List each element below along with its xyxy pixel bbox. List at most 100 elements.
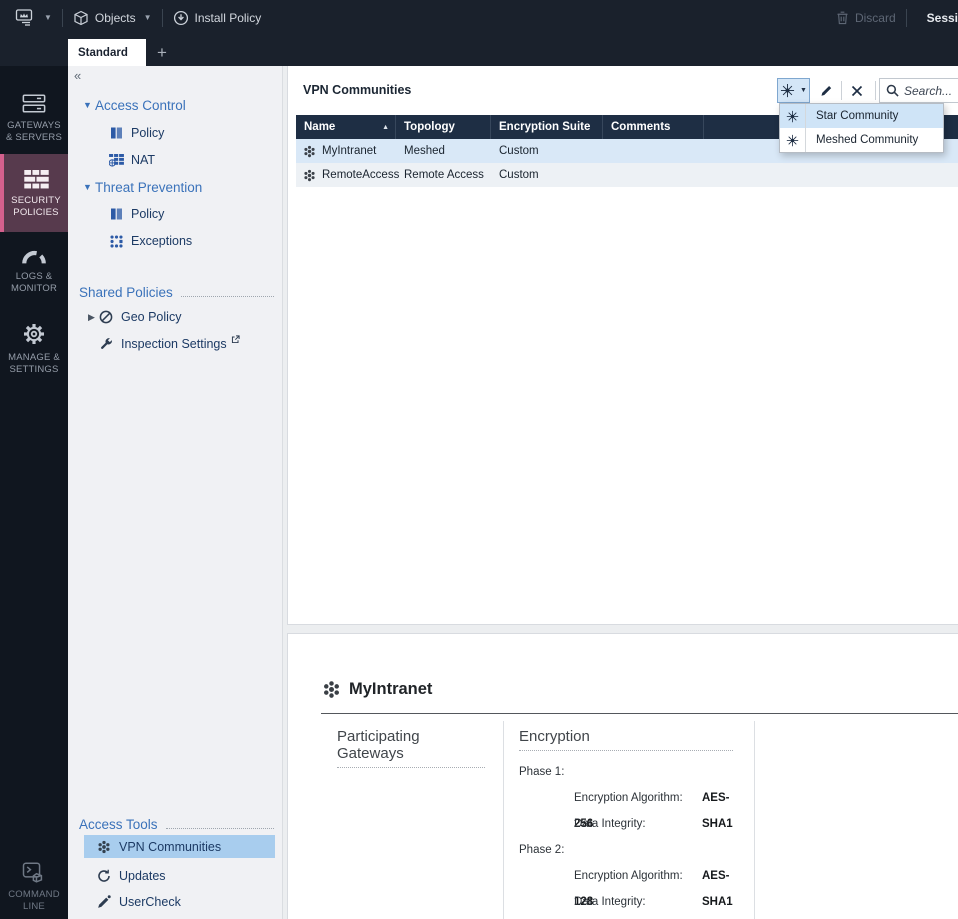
primary-nav-sidebar: GATEWAYS & SERVERS SECURITY POLICIES LOG… [0, 66, 68, 919]
menu-item-meshed-community[interactable]: Meshed Community [780, 128, 943, 152]
tree-item-geo-policy[interactable]: ▶ Geo Policy [68, 306, 282, 328]
tree-item-label: Policy [131, 126, 165, 140]
table-row[interactable]: RemoteAccess Remote Access Custom [296, 163, 958, 187]
search-box [879, 78, 958, 103]
value: SHA1 [702, 896, 733, 908]
tree-section-label: Shared Policies [79, 284, 173, 300]
column-header-name[interactable]: Name ▲ [296, 115, 396, 139]
tree-item-label: Inspection Settings [121, 337, 227, 351]
objects-menu-button[interactable]: Objects ▼ [73, 10, 152, 26]
tree-section-access-control[interactable]: ▼ Access Control [68, 94, 282, 116]
sidebar-item-manage-settings[interactable]: MANAGE & SETTINGS [0, 314, 68, 380]
chevron-right-icon: ▶ [88, 311, 95, 322]
tree-section-access-tools: Access Tools [68, 813, 282, 835]
external-link-icon [231, 335, 240, 344]
tree-item-label: NAT [131, 153, 156, 167]
new-community-dropdown-button[interactable]: ▼ [777, 78, 810, 103]
sidebar-item-label: GATEWAYS & SERVERS [5, 120, 62, 143]
terminal-icon [22, 862, 46, 883]
app-window-icon [13, 9, 37, 26]
objects-label: Objects [94, 10, 136, 25]
smartconsole-window: ▼ Objects ▼ Install Policy Discard Sessi… [0, 0, 958, 919]
column-divider [503, 721, 504, 919]
tree-item-updates[interactable]: Updates [68, 865, 282, 887]
gear-icon [22, 322, 46, 346]
tree-item-usercheck[interactable]: UserCheck [68, 891, 282, 913]
sidebar-item-logs-monitor[interactable]: LOGS & MONITOR [0, 242, 68, 302]
sidebar-item-command-line[interactable]: COMMAND LINE [0, 856, 68, 919]
cell-name: MyIntranet [322, 145, 377, 157]
cell-name: RemoteAccess [322, 169, 400, 181]
encryption-algorithm-row: Encryption Algorithm: AES-128 [574, 870, 730, 908]
app-menu-button[interactable]: ▼ [13, 9, 52, 26]
tree-item-vpn-communities[interactable]: VPN Communities [84, 835, 275, 858]
star-community-icon [780, 104, 806, 128]
sidebar-item-label: COMMAND LINE [8, 889, 60, 912]
collapse-panel-button[interactable]: « [74, 68, 81, 83]
new-tab-button[interactable]: + [151, 39, 173, 66]
tab-standard[interactable]: Standard [68, 39, 146, 66]
encryption-algorithm-row: Encryption Algorithm: AES-256 [574, 792, 730, 830]
section-header: Encryption [519, 728, 733, 751]
new-community-menu: Star Community Meshed Community [779, 103, 944, 153]
tree-section-label: Access Control [95, 97, 186, 113]
menu-item-label: Meshed Community [816, 134, 919, 146]
column-header-topology[interactable]: Topology [396, 115, 491, 139]
tree-item-label: VPN Communities [119, 839, 222, 854]
search-icon [886, 84, 899, 97]
policy-book-icon [108, 206, 124, 222]
participating-gateways-section: Participating Gateways [337, 728, 487, 768]
sidebar-item-label: MANAGE & SETTINGS [8, 352, 60, 375]
pencil-icon [820, 84, 833, 97]
close-icon [851, 85, 863, 97]
tree-item-inspection-settings[interactable]: Inspection Settings [68, 333, 282, 355]
column-header-encryption-suite[interactable]: Encryption Suite [491, 115, 603, 139]
toolbar-divider [905, 8, 907, 27]
dotted-divider [180, 288, 274, 297]
discard-button[interactable]: Discard [836, 10, 896, 25]
community-details-panel: MyIntranet Participating Gateways Encryp… [287, 633, 958, 919]
tree-item-partially-visible[interactable] [68, 915, 282, 919]
edit-button[interactable] [814, 78, 839, 103]
trash-icon [836, 10, 849, 25]
nat-grid-icon [108, 152, 124, 168]
toolbar-divider [875, 81, 876, 100]
tree-section-threat-prevention[interactable]: ▼ Threat Prevention [68, 176, 282, 198]
tree-section-label: Access Tools [79, 816, 158, 832]
tree-item-exceptions[interactable]: Exceptions [68, 230, 282, 252]
policy-book-icon [108, 125, 124, 141]
sidebar-item-label: SECURITY POLICIES [11, 195, 61, 218]
install-policy-icon [173, 10, 189, 26]
tree-item-label: Geo Policy [121, 310, 182, 324]
top-menu-bar: ▼ Objects ▼ Install Policy Discard Sessi [0, 0, 958, 35]
menu-item-star-community[interactable]: Star Community [780, 104, 943, 128]
details-title: MyIntranet [349, 680, 433, 698]
tree-item-access-policy[interactable]: Policy [68, 122, 282, 144]
tree-item-nat[interactable]: NAT [68, 149, 282, 171]
delete-button[interactable] [844, 78, 870, 103]
install-policy-button[interactable]: Install Policy [173, 10, 262, 26]
toolbar-divider [161, 8, 163, 27]
section-header: Participating Gateways [337, 728, 485, 768]
policy-nav-panel: « ▼ Access Control Policy NAT ▼ Threat P… [68, 66, 283, 919]
vpn-community-icon [303, 169, 316, 182]
session-button[interactable]: Sessi [927, 11, 958, 25]
sidebar-item-security-policies[interactable]: SECURITY POLICIES [0, 154, 68, 232]
install-policy-label: Install Policy [194, 10, 262, 25]
discard-label: Discard [854, 10, 896, 25]
column-divider [754, 721, 755, 919]
sidebar-item-gateways-servers[interactable]: GATEWAYS & SERVERS [0, 86, 68, 150]
wrench-icon [98, 336, 114, 352]
usercheck-icon [96, 894, 112, 910]
tree-item-threat-policy[interactable]: Policy [68, 203, 282, 225]
vpn-communities-panel: VPN Communities ▼ Search... Name ▲ Topol… [287, 66, 958, 625]
dotted-divider [165, 820, 274, 829]
meshed-community-icon [780, 128, 806, 152]
cell-topology: Remote Access [404, 169, 484, 181]
column-header-comments[interactable]: Comments [603, 115, 704, 139]
encryption-section: Encryption Phase 1: Encryption Algorithm… [519, 728, 741, 915]
search-input[interactable] [904, 83, 956, 98]
tree-item-label: Exceptions [131, 234, 193, 248]
tree-item-label: Policy [131, 207, 165, 221]
phase-label: Phase 2: [519, 844, 565, 856]
